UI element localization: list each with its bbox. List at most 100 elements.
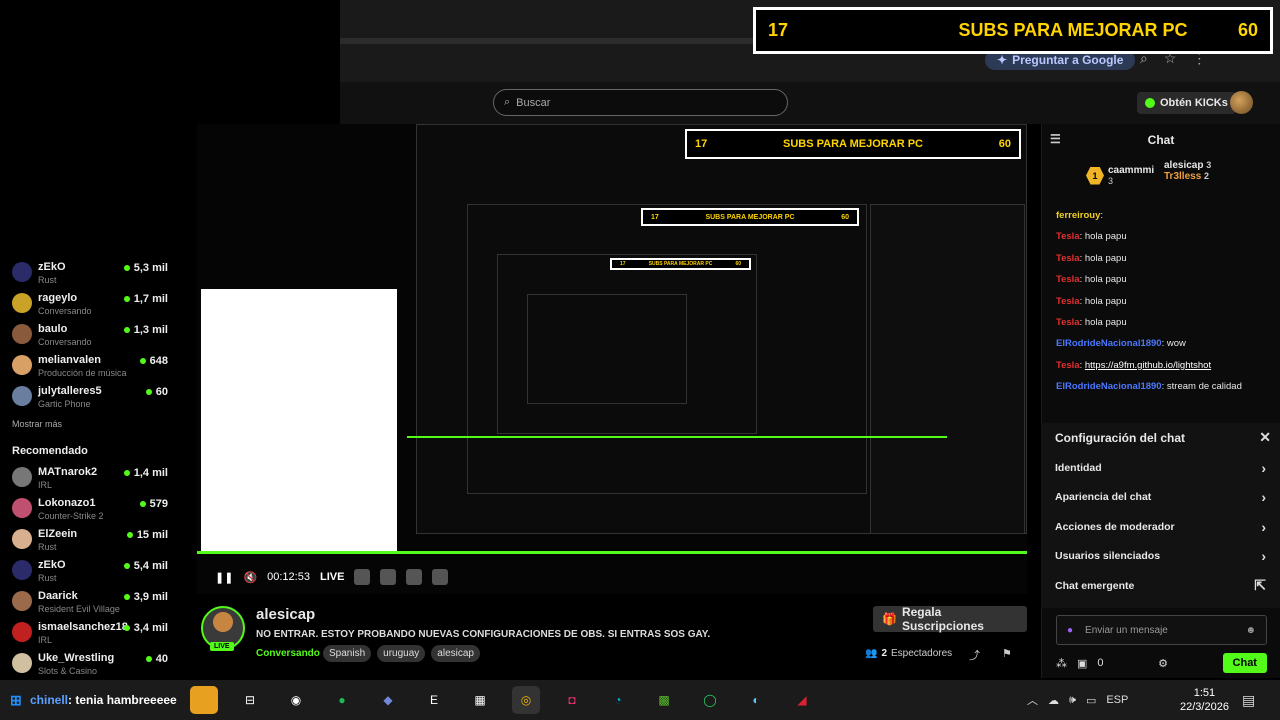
chat-message-input[interactable]: ● Enviar un mensaje ☻ [1056,615,1267,645]
tag[interactable]: alesicap [431,645,480,662]
sidebar-channel[interactable]: baulo Conversando 1,3 mil [0,320,180,351]
show-more-link[interactable]: Mostrar más [0,413,180,437]
pause-icon[interactable]: ❚❚ [215,571,233,584]
chat-overlay-message: chinell: tenia hambreeeee [30,693,177,707]
channel-avatar [12,324,32,344]
chat-link[interactable]: https://a9fm.github.io/lightshot [1085,360,1211,371]
volume-icon[interactable]: 🔇 [243,571,257,584]
sidebar-channel[interactable]: ismaelsanchez18 IRL 3,4 mil [0,618,180,649]
whatsapp-icon[interactable]: ◯ [696,686,724,714]
chat-username[interactable]: Tesla [1056,317,1080,328]
sidebar-channel[interactable]: MATnarok2 IRL 1,4 mil [0,463,180,494]
emote-icon[interactable]: ● [1067,625,1073,636]
search-input[interactable]: ⌕ Buscar [493,89,788,116]
sidebar-channel[interactable]: zEkO Rust 5,3 mil [0,258,180,289]
stream-category[interactable]: Conversando [256,648,320,659]
player-progress-bar[interactable] [197,551,1027,554]
app-icon[interactable]: ⊟ [236,686,264,714]
sidebar-channel[interactable]: melianvalen Producción de música 648 [0,351,180,382]
tab-bar [340,38,760,44]
sidebar-channel[interactable]: ElZeein Rust 15 mil [0,525,180,556]
user-avatar[interactable] [1230,91,1253,114]
channel-category: Counter-Strike 2 [38,511,104,521]
chat-username[interactable]: Tesla [1056,360,1080,371]
chevron-right-icon: › [1261,489,1266,506]
chat-settings-item[interactable]: Acciones de moderador › [1041,512,1280,542]
get-kicks-button[interactable]: Obtén KICKs [1137,92,1236,114]
edge-icon[interactable]: ◔ [604,686,632,714]
gift-subs-button[interactable]: 🎁 Regala Suscripciones [873,605,1027,633]
display-icon[interactable]: ▭ [1086,694,1096,707]
chat-settings-item[interactable]: Identidad › [1041,453,1280,483]
chevron-right-icon: › [1261,548,1266,565]
chrome-icon[interactable]: ◎ [512,686,540,714]
chat-username[interactable]: Tesla [1056,296,1080,307]
ask-google-label: Preguntar a Google [1012,53,1124,67]
channel-name: Daarick [38,590,78,602]
captured-taskbar-icon [406,569,423,585]
channel-avatar [12,560,32,580]
sidebar-channel[interactable]: julytalleres5 Gartic Phone 60 [0,382,180,413]
gift-box-icon[interactable]: ▣ [1077,657,1087,670]
recommended-heading: Recomendado [12,445,88,457]
channel-viewers: 648 [140,355,168,367]
settings-gear-icon[interactable]: ⚙ [1158,657,1168,670]
chat-username[interactable]: ferreirouy [1056,210,1100,221]
nested-progress [407,436,947,438]
volume-icon[interactable]: 🕪 [1069,694,1076,707]
taskbar-apps: ⊟ ◉ ● ◆ E ▦ ◎ ◘ ◔ ▩ ◯ ◐ ◢ [190,686,816,714]
chat-header: ☰ Chat [1042,124,1280,155]
minecraft-icon[interactable]: ▩ [650,686,678,714]
instagram-icon[interactable]: ◘ [558,686,586,714]
sidebar-channel[interactable]: Daarick Resident Evil Village 3,9 mil [0,587,180,618]
language-indicator[interactable]: ESP [1106,694,1128,706]
collapse-chat-icon[interactable]: ☰ [1050,132,1061,146]
sidebar-channel[interactable]: Uke_Wrestling Slots & Casino 40 [0,649,180,680]
kicks-icon[interactable]: ⁂ [1056,657,1067,670]
notification-icon[interactable]: ▤ [1242,692,1255,709]
chat-message: Tesla: hola papu [1056,316,1127,328]
emoji-icon[interactable]: ☻ [1245,625,1256,636]
share-icon[interactable]: ⤴ [969,647,980,663]
channel-viewers: 1,3 mil [124,324,168,336]
send-chat-button[interactable]: Chat [1222,653,1267,673]
gift-label: Regala Suscripciones [901,605,984,633]
chat-username[interactable]: ElRodrideNacional1890 [1056,381,1162,392]
chat-settings-item[interactable]: Apariencia del chat › [1041,483,1280,513]
windows-start-icon[interactable]: ⊞ [10,692,22,709]
channel-name: julytalleres5 [38,385,102,397]
steam-icon[interactable]: ◐ [742,686,770,714]
store-icon[interactable]: ▦ [466,686,494,714]
close-icon[interactable]: ✕ [1259,429,1271,446]
chat-settings-item[interactable]: Usuarios silenciados › [1041,542,1280,572]
channel-name: melianvalen [38,354,101,366]
epic-games-icon[interactable]: E [420,686,448,714]
discord-icon[interactable]: ◆ [374,686,402,714]
chat-username[interactable]: Tesla [1056,274,1080,285]
report-flag-icon[interactable]: ⚑ [1002,647,1012,663]
chat-username[interactable]: Tesla [1056,231,1080,242]
tag[interactable]: uruguay [377,645,426,662]
network-icon[interactable]: ☁ [1048,694,1059,707]
settings-item-label: Apariencia del chat [1055,491,1152,504]
channel-avatar [12,262,32,282]
spotify-icon[interactable]: ● [328,686,356,714]
app-red-icon[interactable]: ◢ [788,686,816,714]
tray-chevron-icon[interactable]: ︿ [1027,692,1038,708]
sidebar-channel[interactable]: Lokonazo1 Counter-Strike 2 579 [0,494,180,525]
tag[interactable]: Spanish [323,645,372,662]
sidebar-channel[interactable]: zEkO Rust 5,4 mil [0,556,180,587]
viewer-label: Espectadores [891,648,953,659]
chat-username[interactable]: Tesla [1056,253,1080,264]
top-donors: 1 caammmi 3 alesicap 3 Tr3lless 2 [1042,155,1280,205]
clock[interactable]: 1:51 22/3/2026 [1180,686,1229,714]
chat-settings-item[interactable]: Chat emergente ⇱ [1041,571,1280,601]
search-icon: ⌕ [504,96,511,108]
chat-message: ferreirouy: [1056,210,1103,221]
streamer-name[interactable]: alesicap [256,606,315,623]
chat-username[interactable]: ElRodrideNacional1890 [1056,338,1162,349]
sidebar-channel[interactable]: rageylo Conversando 1,7 mil [0,289,180,320]
channel-avatar [12,355,32,375]
file-explorer-icon[interactable] [190,686,218,714]
obs-icon[interactable]: ◉ [282,686,310,714]
